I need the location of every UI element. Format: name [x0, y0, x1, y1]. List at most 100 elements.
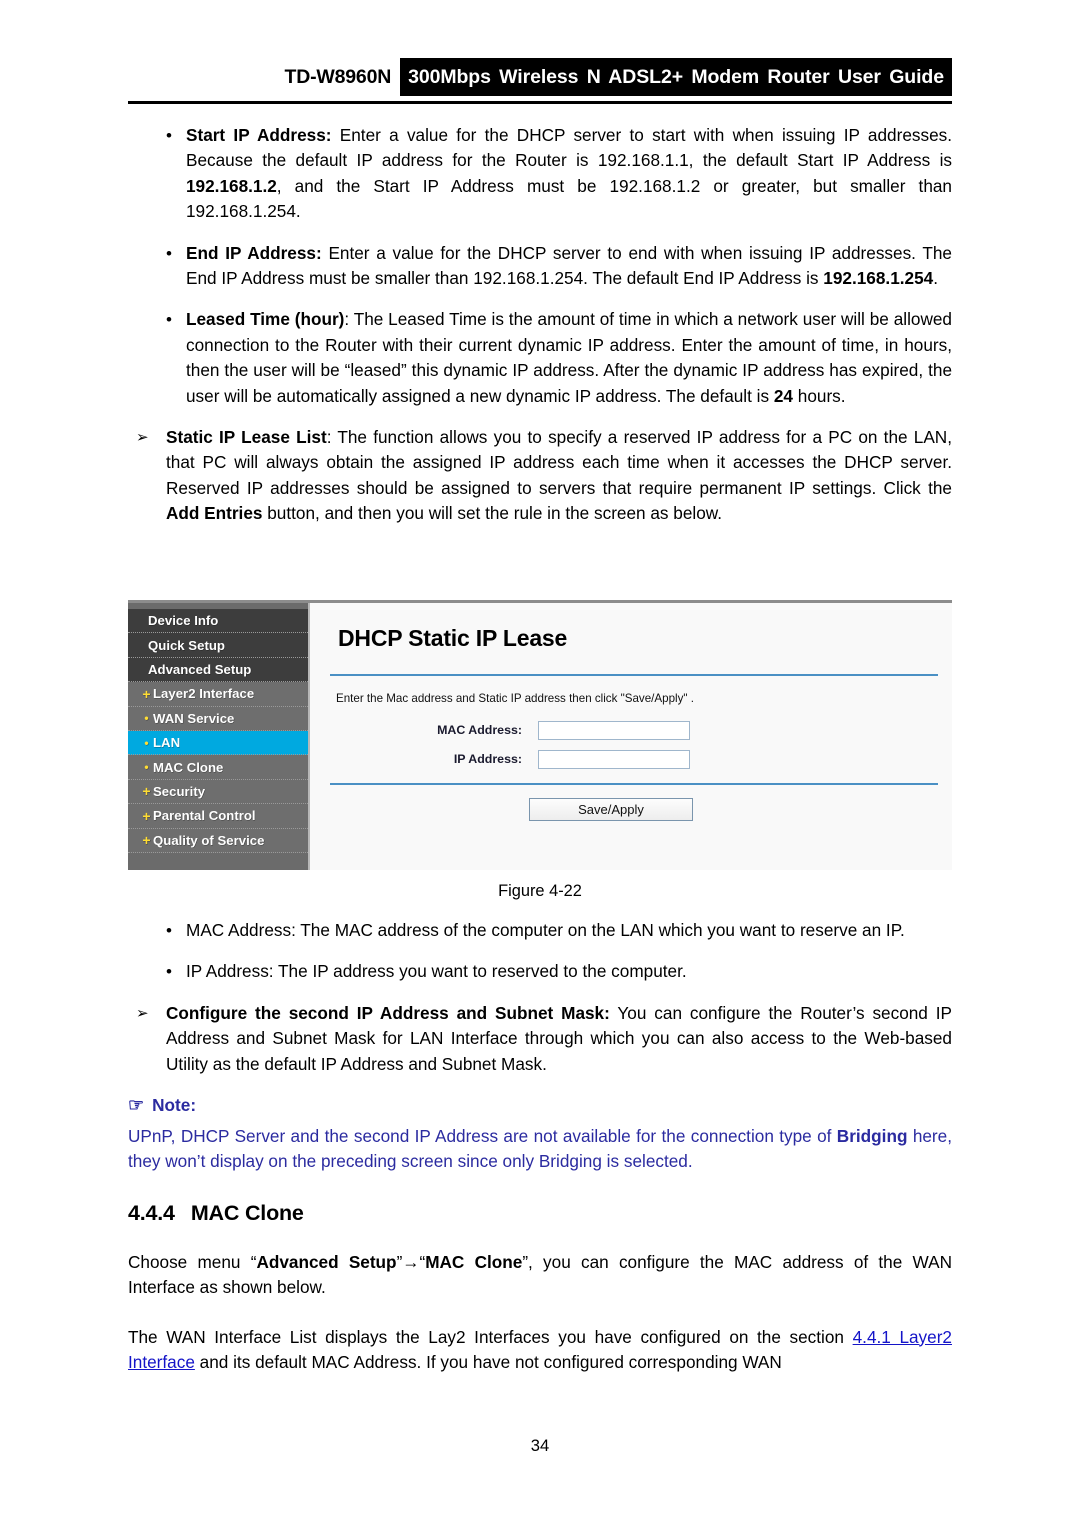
form-row-mac-address: MAC Address: [388, 719, 952, 741]
sidebar-item-label: Advanced Setup [148, 661, 252, 677]
router-web-ui-screenshot: Device Info Quick Setup Advanced Setup +… [128, 600, 952, 870]
sidebar-item-mac-clone[interactable]: • MAC Clone [128, 755, 308, 780]
figure-caption: Figure 4-22 [498, 882, 582, 900]
bullet-text: Leased Time (hour): The Leased Time is t… [186, 307, 952, 409]
section-heading-mac-clone: 4.4.4 MAC Clone [128, 1201, 952, 1226]
add-entries-label: Add Entries [166, 503, 263, 524]
bullet-body-2: hours. [793, 385, 846, 406]
section-number: 4.4.4 [128, 1200, 175, 1225]
arrow-body-2: button, and then you will set the rule i… [262, 503, 723, 524]
note-heading: ☞ Note: [128, 1095, 952, 1116]
arrow-static-ip-lease-list: ➢ Static IP Lease List: The function all… [128, 425, 952, 527]
panel-instruction-text: Enter the Mac address and Static IP addr… [336, 692, 694, 705]
arrow-term: Static IP Lease List [166, 427, 327, 448]
bullet-mac-address-desc: • MAC Address: The MAC address of the co… [128, 918, 952, 943]
bullet-dot-icon: • [144, 760, 149, 775]
document-page: TD-W8960N 300Mbps Wireless N ADSL2+ Mode… [0, 0, 1080, 1527]
note-label: Note: [152, 1095, 197, 1116]
bullet-text: Start IP Address: Enter a value for the … [186, 123, 952, 225]
expand-plus-icon: + [142, 807, 151, 824]
sidebar-item-label: Quality of Service [153, 832, 265, 848]
para-text-a: Choose menu “ [128, 1251, 257, 1272]
sidebar-item-quality-of-service[interactable]: + Quality of Service [128, 828, 308, 853]
bullet-text: IP Address: The IP address you want to r… [186, 961, 687, 982]
header-model-name: TD-W8960N [284, 65, 392, 88]
bullet-text: End IP Address: Enter a value for the DH… [186, 241, 952, 292]
sidebar-item-label: Device Info [148, 613, 219, 629]
static-ip-lease-form: MAC Address: IP Address: [310, 719, 952, 770]
bullet-marker-icon: • [166, 921, 172, 940]
lower-content: • MAC Address: The MAC address of the co… [128, 918, 952, 1375]
sidebar-item-parental-control[interactable]: + Parental Control [128, 804, 308, 829]
note-body-text: UPnP, DHCP Server and the second IP Addr… [128, 1124, 952, 1175]
sidebar-item-label: Parental Control [153, 808, 256, 824]
bullet-term: Leased Time (hour) [186, 309, 345, 330]
router-main-panel: DHCP Static IP Lease Enter the Mac addre… [310, 603, 952, 870]
arrow-text: Configure the second IP Address and Subn… [166, 1001, 952, 1077]
arrow-configure-second-ip: ➢ Configure the second IP Address and Su… [128, 1001, 952, 1077]
figure-dhcp-static-ip-lease: Device Info Quick Setup Advanced Setup +… [128, 600, 952, 901]
sidebar-item-label: MAC Clone [153, 759, 224, 775]
header-divider [128, 101, 952, 104]
para-text-c: ”→“ [396, 1251, 426, 1272]
bullet-start-ip-address: • Start IP Address: Enter a value for th… [128, 123, 952, 225]
sidebar-item-label: LAN [153, 735, 181, 751]
panel-title: DHCP Static IP Lease [338, 625, 568, 651]
expand-plus-icon: + [142, 685, 151, 702]
menu-advanced-setup: Advanced Setup [256, 1251, 397, 1272]
ip-address-label: IP Address: [453, 752, 522, 766]
page-header: TD-W8960N 300Mbps Wireless N ADSL2+ Mode… [128, 58, 952, 96]
para2-text-b: and its default MAC Address. If you have… [194, 1352, 782, 1373]
bullet-leased-time: • Leased Time (hour): The Leased Time is… [128, 307, 952, 409]
sidebar-item-label: Quick Setup [148, 637, 225, 653]
sidebar-item-label: Layer2 Interface [153, 686, 255, 702]
sidebar-item-security[interactable]: + Security [128, 779, 308, 805]
paragraph-choose-menu: Choose menu “Advanced Setup”→“MAC Clone”… [128, 1250, 952, 1301]
configure-term: Configure the second IP Address and Subn… [166, 1002, 610, 1023]
arrow-marker-icon: ➢ [136, 429, 149, 447]
bullet-dot-icon: • [144, 711, 149, 726]
form-row-ip-address: IP Address: [388, 748, 952, 770]
bullet-dot-icon: • [144, 735, 149, 750]
bullet-term: Start IP Address: [186, 125, 332, 145]
sidebar-item-wan-service[interactable]: • WAN Service [128, 706, 308, 731]
note-text-1: UPnP, DHCP Server and the second IP Addr… [128, 1126, 837, 1147]
router-sidebar-nav: Device Info Quick Setup Advanced Setup +… [128, 603, 310, 870]
ip-address-input[interactable] [538, 749, 690, 769]
para2-text-a: The WAN Interface List displays the Lay2… [128, 1326, 853, 1347]
sidebar-item-label: Security [153, 783, 206, 799]
bullet-term: End IP Address: [186, 242, 322, 263]
bullet-body-2: , and the Start IP Address must be 192.1… [186, 175, 952, 222]
pointing-hand-icon: ☞ [128, 1095, 145, 1116]
mac-address-label: MAC Address: [437, 723, 522, 737]
bullet-marker-icon: • [166, 126, 172, 145]
sidebar-item-layer2-interface[interactable]: + Layer2 Interface [128, 682, 308, 707]
sidebar-item-advanced-setup[interactable]: Advanced Setup [128, 657, 308, 683]
save-apply-button[interactable]: Save/Apply [529, 798, 693, 821]
bullet-ip-address-desc: • IP Address: The IP address you want to… [128, 959, 952, 984]
section-title: MAC Clone [190, 1200, 304, 1225]
expand-plus-icon: + [142, 832, 151, 849]
mac-address-input[interactable] [538, 720, 690, 740]
expand-plus-icon: + [142, 783, 151, 800]
arrow-marker-icon: ➢ [136, 1004, 149, 1022]
paragraph-wan-interface-list: The WAN Interface List displays the Lay2… [128, 1325, 952, 1376]
sidebar-item-lan[interactable]: • LAN [128, 730, 308, 756]
page-number: 34 [530, 1436, 550, 1455]
upper-content: • Start IP Address: Enter a value for th… [128, 123, 952, 543]
bullet-body-2: . [933, 268, 938, 289]
bullet-bold-value: 192.168.1.2 [186, 175, 277, 196]
menu-mac-clone: MAC Clone [425, 1251, 523, 1272]
sidebar-item-quick-setup[interactable]: Quick Setup [128, 633, 308, 658]
bullet-marker-icon: • [166, 310, 172, 330]
panel-action-bar: Save/Apply [310, 785, 952, 821]
bullet-marker-icon: • [166, 962, 172, 982]
sidebar-item-device-info[interactable]: Device Info [128, 609, 308, 634]
bullet-bold-value: 24 [773, 385, 793, 406]
bullet-bold-value: 192.168.1.254 [823, 268, 934, 289]
bullet-marker-icon: • [166, 243, 172, 263]
bullet-text: MAC Address: The MAC address of the comp… [186, 920, 905, 940]
header-title-band: 300Mbps Wireless N ADSL2+ Modem Router U… [400, 58, 952, 96]
note-bold-bridging: Bridging [836, 1126, 908, 1147]
bullet-end-ip-address: • End IP Address: Enter a value for the … [128, 241, 952, 292]
